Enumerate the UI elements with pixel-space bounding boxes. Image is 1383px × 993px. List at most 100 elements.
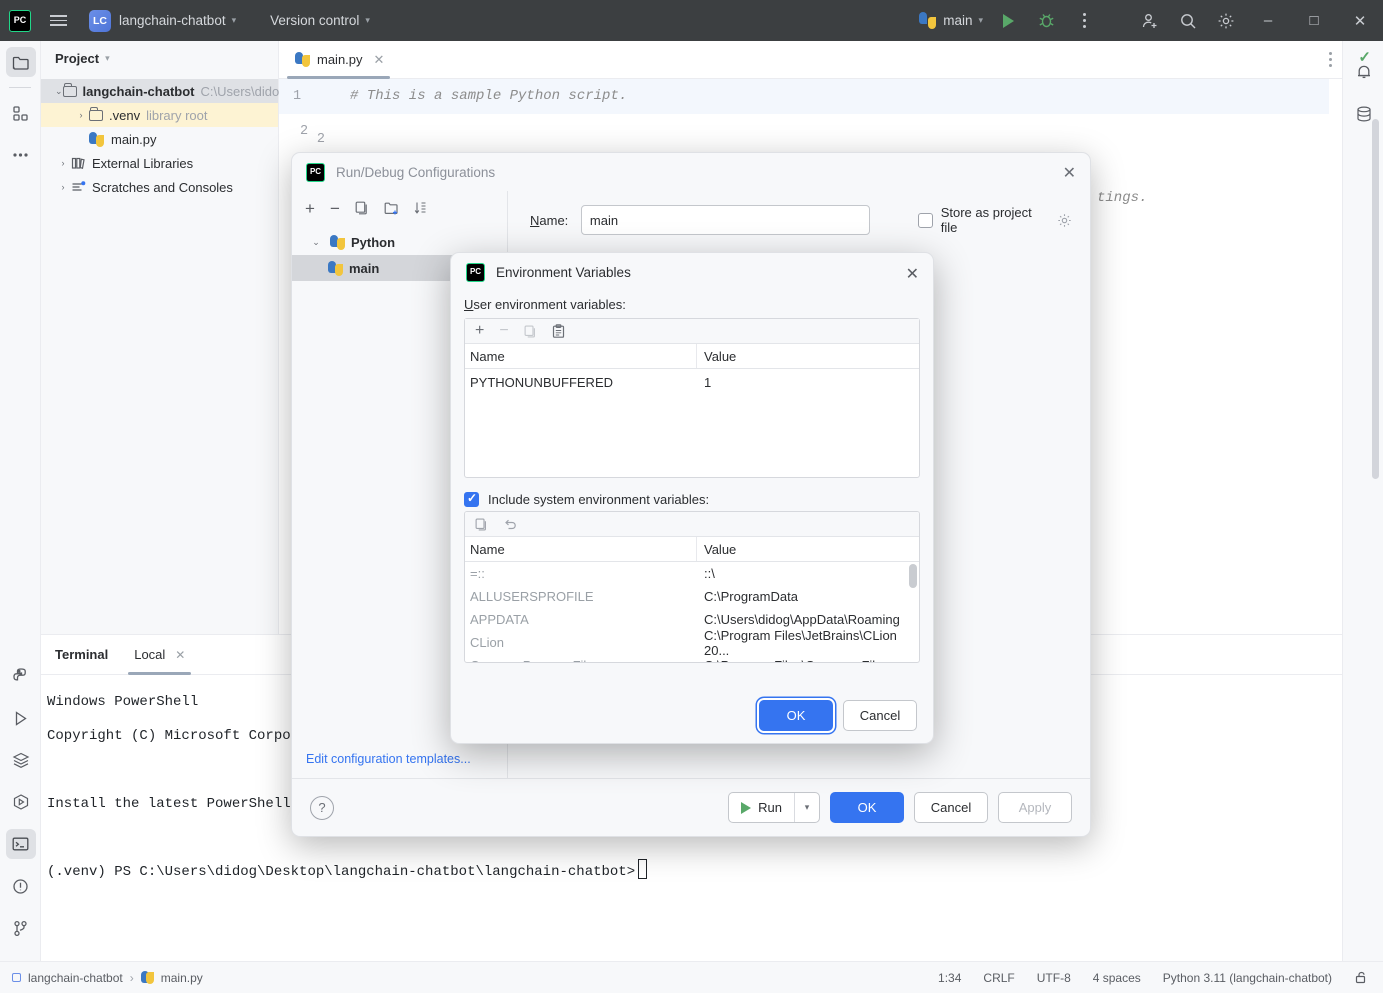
version-control-label: Version control (270, 13, 360, 28)
name-input[interactable]: main (580, 205, 871, 235)
unlocked-icon[interactable] (1354, 970, 1369, 985)
maximize-button[interactable]: □ (1291, 0, 1337, 41)
main-menu-hamburger-icon[interactable] (41, 0, 75, 41)
close-terminal-tab-icon[interactable]: ✕ (175, 648, 185, 662)
indent-setting[interactable]: 4 spaces (1093, 971, 1141, 985)
system-env-value: C:\ProgramData (704, 589, 798, 604)
tree-node-scratches-consoles[interactable]: › Scratches and Consoles (41, 175, 278, 199)
chevron-down-icon[interactable]: ⌄ (55, 86, 63, 97)
version-control-menu[interactable]: Version control ▾ (262, 13, 370, 28)
editor-scrollbar[interactable] (1372, 119, 1379, 479)
tree-node-path: C:\Users\dido (200, 83, 280, 99)
run-button-group[interactable]: Run ▾ (728, 792, 820, 823)
gear-icon[interactable] (1057, 213, 1072, 228)
run-debug-ok-button[interactable]: OK (830, 792, 904, 823)
include-system-env-row[interactable]: Include system environment variables: (464, 491, 920, 507)
breadcrumb-file[interactable]: main.py (161, 971, 203, 985)
project-badge: LC (89, 9, 111, 32)
run-debug-dialog-close-icon[interactable]: ✕ (1063, 163, 1076, 183)
run-debug-dialog-buttons: Run ▾ OK Cancel Apply (728, 792, 1072, 823)
tree-node-venv[interactable]: › .venv library root (41, 103, 278, 127)
tree-node-main-py[interactable]: main.py (41, 127, 278, 151)
chevron-right-icon[interactable]: › (73, 110, 89, 120)
file-encoding[interactable]: UTF-8 (1037, 971, 1071, 985)
rail-python-console-icon[interactable] (0, 655, 41, 697)
terminal-tab-local[interactable]: Local ✕ (126, 635, 193, 675)
include-system-env-checkbox[interactable] (464, 491, 479, 507)
edit-configuration-templates-link[interactable]: Edit configuration templates... (306, 752, 471, 766)
project-tool-window: Project ▾ ⌄ langchain-chatbot C:\Users\d… (41, 41, 279, 634)
user-env-value: 1 (704, 375, 712, 390)
rail-more-tools-icon[interactable] (0, 134, 41, 176)
caret-position[interactable]: 1:34 (938, 971, 961, 985)
project-name-label: langchain-chatbot (119, 13, 226, 28)
paste-icon[interactable] (552, 324, 565, 338)
chevron-right-icon[interactable]: › (55, 182, 71, 192)
env-dialog-close-icon[interactable]: ✕ (906, 264, 919, 284)
rail-structure-icon[interactable] (0, 92, 41, 134)
tree-node-tag: library root (146, 107, 208, 123)
help-icon[interactable]: ? (310, 795, 334, 820)
library-icon (71, 156, 86, 170)
system-env-row[interactable]: CLion C:\Program Files\JetBrains\CLion 2… (465, 628, 919, 658)
sort-az-icon[interactable] (414, 201, 428, 215)
rail-services-icon[interactable] (0, 739, 41, 781)
run-button[interactable] (989, 0, 1027, 41)
minimize-button[interactable]: – (1245, 0, 1291, 41)
user-env-row[interactable]: PYTHONUNBUFFERED 1 (465, 371, 919, 394)
terminal-caret (638, 859, 648, 879)
breadcrumb: langchain-chatbot › main.py (0, 971, 203, 985)
run-configuration-selector[interactable]: main ▾ (919, 12, 983, 29)
system-env-scrollbar[interactable] (909, 564, 917, 588)
store-as-project-file-row[interactable]: Store as project file (918, 205, 1072, 235)
user-env-name: PYTHONUNBUFFERED (470, 375, 614, 390)
rail-debug-hex-icon[interactable] (0, 781, 41, 823)
editor-options-icon[interactable] (1329, 52, 1332, 67)
settings-gear-icon[interactable] (1207, 0, 1245, 41)
copy-icon[interactable] (475, 518, 488, 531)
python-file-icon (295, 52, 310, 67)
search-icon[interactable] (1169, 0, 1207, 41)
rail-version-control-branch-icon[interactable] (0, 907, 41, 949)
rail-project-folder-icon[interactable] (0, 41, 41, 83)
breadcrumb-project[interactable]: langchain-chatbot (28, 971, 123, 985)
remove-icon[interactable]: − (330, 200, 340, 217)
close-button[interactable]: ✕ (1337, 0, 1383, 41)
project-selector[interactable]: LC langchain-chatbot ▾ (75, 9, 236, 32)
line-separator[interactable]: CRLF (983, 971, 1014, 985)
close-tab-icon[interactable]: ✕ (374, 52, 385, 68)
add-user-icon[interactable] (1131, 0, 1169, 41)
store-as-project-file-checkbox[interactable] (918, 212, 933, 228)
rail-problems-icon[interactable] (0, 865, 41, 907)
chevron-right-icon[interactable]: › (55, 158, 71, 168)
more-actions-icon[interactable] (1065, 0, 1103, 41)
system-env-row[interactable]: ALLUSERSPROFILE C:\ProgramData (465, 585, 919, 608)
project-tree: ⌄ langchain-chatbot C:\Users\dido › .ven… (41, 75, 280, 199)
add-icon[interactable]: + (305, 200, 315, 217)
add-icon[interactable]: + (475, 323, 484, 339)
python-interpreter[interactable]: Python 3.11 (langchain-chatbot) (1163, 971, 1332, 985)
name-input-value: main (589, 212, 619, 228)
chevron-down-icon[interactable]: ⌄ (308, 237, 324, 248)
debug-button[interactable] (1027, 0, 1065, 41)
tree-node-external-libraries[interactable]: › External Libraries (41, 151, 278, 175)
rail-run-icon[interactable] (0, 697, 41, 739)
run-config-label: main (943, 13, 973, 28)
titlebar-right-controls: main ▾ – □ ✕ (919, 0, 1383, 41)
tree-node-langchain-chatbot[interactable]: ⌄ langchain-chatbot C:\Users\dido (41, 79, 280, 103)
editor-tab-main-py[interactable]: main.py ✕ (279, 41, 394, 79)
rail-terminal-icon[interactable] (0, 823, 41, 865)
run-button[interactable]: Run (729, 793, 794, 822)
env-cancel-button[interactable]: Cancel (843, 699, 917, 731)
copy-icon (524, 325, 537, 338)
run-dropdown-chevron-icon[interactable]: ▾ (794, 793, 819, 822)
new-folder-icon[interactable] (384, 201, 399, 215)
env-ok-button[interactable]: OK (759, 699, 833, 731)
project-panel-header[interactable]: Project ▾ (41, 41, 278, 75)
revert-icon[interactable] (503, 518, 517, 531)
env-dialog-titlebar: PC Environment Variables (451, 253, 933, 291)
copy-icon[interactable] (355, 201, 369, 215)
system-env-row[interactable]: =:: ::\ (465, 562, 919, 585)
inspection-status-icon[interactable]: ✓ (1358, 48, 1371, 66)
run-debug-cancel-button[interactable]: Cancel (914, 792, 988, 823)
